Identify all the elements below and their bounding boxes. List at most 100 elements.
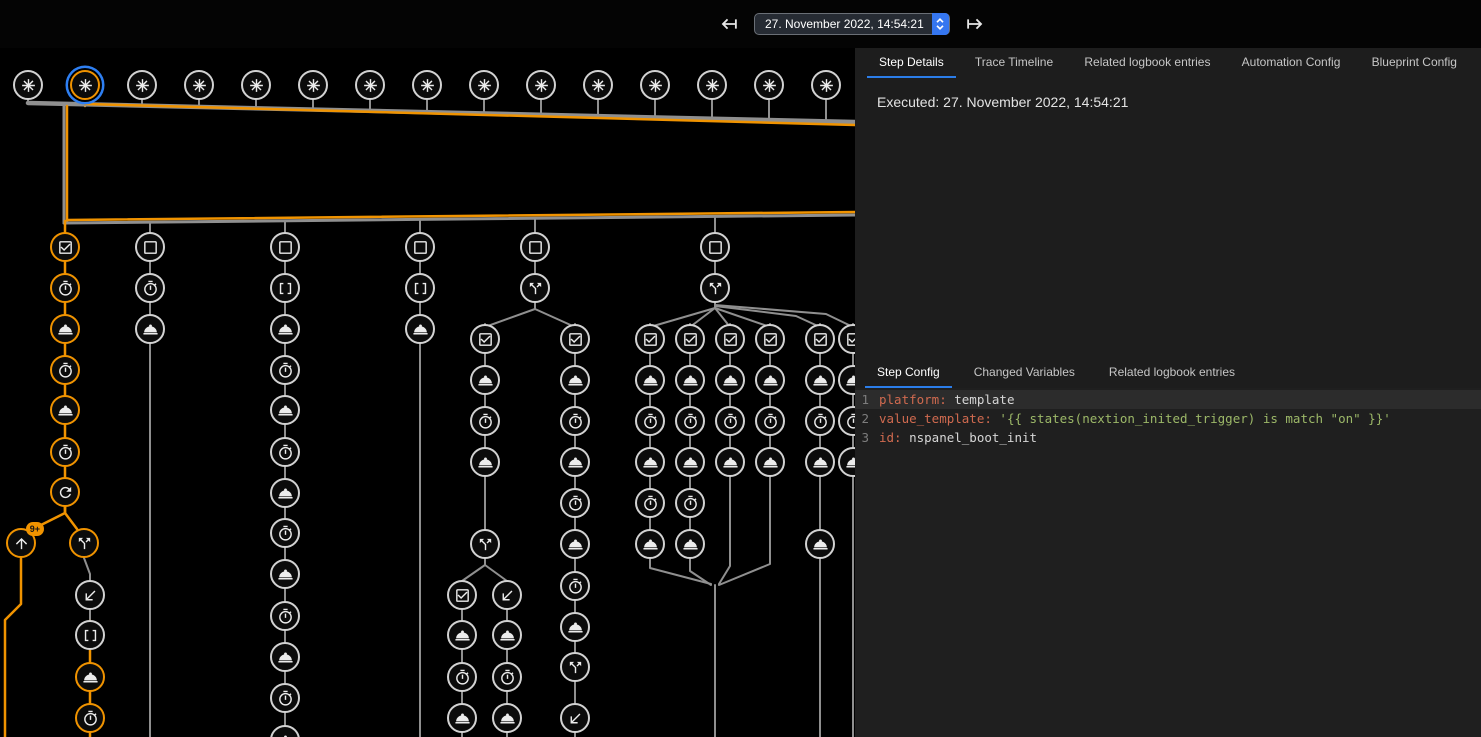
trace-node-bell[interactable] — [715, 447, 745, 477]
tab-trace-timeline[interactable]: Trace Timeline — [963, 48, 1065, 78]
trace-node-timer[interactable] — [470, 406, 500, 436]
trace-node-brackets[interactable] — [405, 273, 435, 303]
trace-node-bell[interactable] — [405, 314, 435, 344]
tab-step-details[interactable]: Step Details — [867, 48, 956, 78]
trace-node-bell[interactable] — [560, 365, 590, 395]
trace-node-square[interactable] — [700, 232, 730, 262]
trace-node-asterisk[interactable] — [697, 70, 727, 100]
trace-node-asterisk[interactable] — [13, 70, 43, 100]
trace-node-asterisk[interactable] — [640, 70, 670, 100]
trace-node-timer[interactable] — [50, 437, 80, 467]
trace-node-bell[interactable] — [470, 365, 500, 395]
trace-node-timer[interactable] — [755, 406, 785, 436]
trace-node-square[interactable] — [520, 232, 550, 262]
trace-node-bell[interactable] — [270, 478, 300, 508]
trace-node-split[interactable] — [560, 652, 590, 682]
trace-node-timer[interactable] — [492, 662, 522, 692]
trace-node-arrow-dl[interactable] — [560, 703, 590, 733]
trace-node-bell[interactable] — [635, 365, 665, 395]
trace-node-timer[interactable] — [50, 273, 80, 303]
trace-node-bell[interactable] — [492, 620, 522, 650]
trace-node-asterisk[interactable] — [469, 70, 499, 100]
trace-node-timer[interactable] — [560, 571, 590, 601]
trace-node-split[interactable] — [700, 273, 730, 303]
trace-node-timer[interactable] — [270, 355, 300, 385]
trace-node-bell[interactable] — [50, 314, 80, 344]
trace-node-bell[interactable] — [492, 703, 522, 733]
trace-node-asterisk[interactable] — [583, 70, 613, 100]
trace-node-square[interactable] — [135, 232, 165, 262]
trace-node-timer[interactable] — [560, 488, 590, 518]
trace-node-timer[interactable] — [675, 488, 705, 518]
trace-node-bell[interactable] — [447, 620, 477, 650]
trace-node-bell[interactable] — [470, 447, 500, 477]
previous-trace-button[interactable] — [716, 11, 742, 37]
trace-node-check[interactable] — [50, 232, 80, 262]
trace-node-refresh[interactable] — [50, 477, 80, 507]
tab-related-logbook-entries[interactable]: Related logbook entries — [1072, 48, 1222, 78]
trace-node-split[interactable] — [470, 529, 500, 559]
trace-node-timer[interactable] — [715, 406, 745, 436]
trace-node-bell[interactable] — [635, 447, 665, 477]
trace-node-bell[interactable] — [675, 447, 705, 477]
trace-node-asterisk[interactable] — [811, 70, 841, 100]
trace-node-check[interactable] — [675, 324, 705, 354]
trace-node-bell[interactable] — [805, 365, 835, 395]
tab-related-logbook-entries-sub[interactable]: Related logbook entries — [1097, 358, 1247, 388]
trace-node-timer[interactable] — [270, 518, 300, 548]
trace-node-asterisk[interactable] — [241, 70, 271, 100]
trace-node-check[interactable] — [755, 324, 785, 354]
trace-node-check[interactable] — [560, 324, 590, 354]
tab-automation-config[interactable]: Automation Config — [1230, 48, 1353, 78]
trace-node-asterisk[interactable] — [298, 70, 328, 100]
trace-node-timer[interactable] — [270, 601, 300, 631]
tab-changed-variables[interactable]: Changed Variables — [962, 358, 1087, 388]
trace-node-bell[interactable] — [715, 365, 745, 395]
trace-run-select[interactable]: 27. November 2022, 14:54:21 — [754, 13, 950, 35]
trace-node-timer[interactable] — [635, 488, 665, 518]
trace-node-asterisk[interactable] — [70, 70, 100, 100]
trace-node-bell[interactable] — [635, 529, 665, 559]
trace-node-check[interactable] — [715, 324, 745, 354]
trace-node-asterisk[interactable] — [754, 70, 784, 100]
trace-node-bell[interactable] — [270, 559, 300, 589]
trace-node-timer[interactable] — [50, 355, 80, 385]
trace-node-asterisk[interactable] — [355, 70, 385, 100]
trace-node-bell[interactable] — [75, 662, 105, 692]
trace-node-bell[interactable] — [135, 314, 165, 344]
trace-node-bell[interactable] — [270, 395, 300, 425]
tab-blueprint-config[interactable]: Blueprint Config — [1360, 48, 1469, 78]
trace-node-timer[interactable] — [135, 273, 165, 303]
trace-node-bell[interactable] — [560, 447, 590, 477]
trace-node-asterisk[interactable] — [526, 70, 556, 100]
trace-node-check[interactable] — [447, 580, 477, 610]
trace-node-timer[interactable] — [270, 437, 300, 467]
trace-node-bell[interactable] — [755, 447, 785, 477]
trace-node-arrow-dl[interactable] — [75, 580, 105, 610]
trace-node-bell[interactable] — [560, 529, 590, 559]
next-trace-button[interactable] — [962, 11, 988, 37]
trace-node-bell[interactable] — [805, 447, 835, 477]
trace-node-timer[interactable] — [270, 683, 300, 713]
trace-node-bell[interactable] — [270, 642, 300, 672]
trace-node-bell[interactable] — [270, 314, 300, 344]
trace-node-timer[interactable] — [447, 662, 477, 692]
trace-node-timer[interactable] — [635, 406, 665, 436]
trace-node-split[interactable] — [69, 528, 99, 558]
trace-node-check[interactable] — [470, 324, 500, 354]
trace-node-timer[interactable] — [675, 406, 705, 436]
trace-node-asterisk[interactable] — [412, 70, 442, 100]
trace-node-split[interactable] — [520, 273, 550, 303]
trace-node-arrow-dl[interactable] — [492, 580, 522, 610]
trace-node-asterisk[interactable] — [184, 70, 214, 100]
trace-node-bell[interactable] — [805, 529, 835, 559]
tab-step-config[interactable]: Step Config — [865, 358, 952, 388]
trace-node-check[interactable] — [805, 324, 835, 354]
trace-node-bell[interactable] — [675, 529, 705, 559]
trace-node-brackets[interactable] — [270, 273, 300, 303]
trace-node-timer[interactable] — [75, 703, 105, 733]
trace-node-brackets[interactable] — [75, 620, 105, 650]
trace-node-square[interactable] — [405, 232, 435, 262]
trace-node-square[interactable] — [270, 232, 300, 262]
trace-node-arrow-up[interactable]: 9+ — [6, 528, 36, 558]
